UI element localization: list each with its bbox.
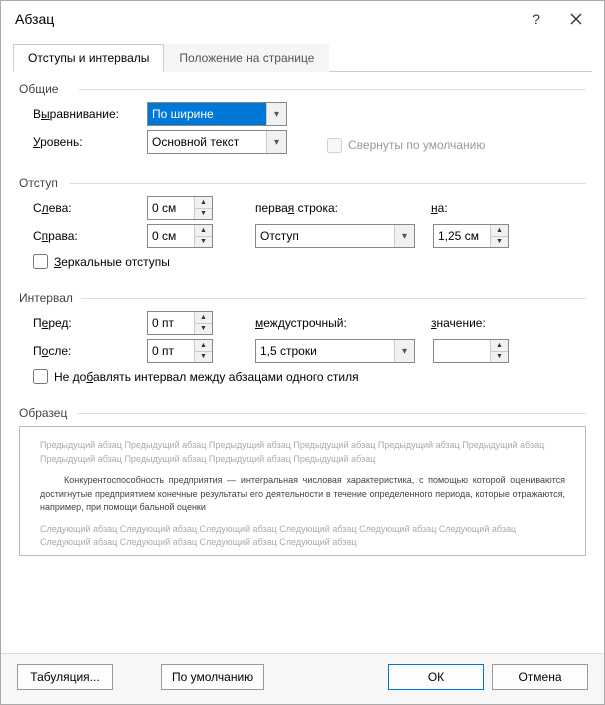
- spinner-updown[interactable]: ▲▼: [194, 197, 212, 219]
- alignment-combo[interactable]: По ширине ▾: [147, 102, 287, 126]
- group-sample: Образец Предыдущий абзац Предыдущий абза…: [19, 406, 586, 556]
- linespacing-value: 1,5 строки: [260, 344, 317, 358]
- paragraph-dialog: Абзац ? Отступы и интервалы Положение на…: [0, 0, 605, 705]
- content-area: Общие Выравнивание: По ширине ▾ Уровень:…: [1, 72, 604, 653]
- indent-right-spinner[interactable]: ▲▼: [147, 224, 213, 248]
- mirror-label: Зеркальные отступы: [54, 255, 170, 269]
- group-indent: Отступ Слева: ▲▼ первая строка: на: Спра…: [19, 176, 586, 269]
- firstline-combo[interactable]: Отступ ▾: [255, 224, 415, 248]
- preview-prev: Предыдущий абзац Предыдущий абзац Предыд…: [40, 439, 565, 466]
- spacing-before-input[interactable]: [148, 312, 194, 334]
- dialog-title: Абзац: [15, 11, 516, 27]
- collapsed-checkbox: Свернуты по умолчанию: [327, 138, 485, 153]
- chevron-down-icon: ▾: [266, 131, 286, 153]
- spinner-updown[interactable]: ▲▼: [490, 340, 508, 362]
- linespacing-label: междустрочный:: [255, 316, 405, 330]
- tabs-button-label: Табуляция...: [30, 670, 99, 684]
- tab-indents-spacing[interactable]: Отступы и интервалы: [13, 44, 164, 72]
- indent-left-label: Слева:: [33, 201, 141, 215]
- group-sample-label: Образец: [19, 406, 586, 420]
- group-spacing: Интервал Перед: ▲▼ междустрочный: значен…: [19, 291, 586, 384]
- firstline-val-input[interactable]: [434, 225, 490, 247]
- firstline-on-label: на:: [431, 201, 501, 215]
- spacing-after-input[interactable]: [148, 340, 194, 362]
- chevron-down-icon: ▾: [394, 225, 414, 247]
- preview-next: Следующий абзац Следующий абзац Следующи…: [40, 523, 565, 550]
- spinner-updown[interactable]: ▲▼: [194, 312, 212, 334]
- group-general: Общие Выравнивание: По ширине ▾ Уровень:…: [19, 82, 586, 154]
- nospace-check-input[interactable]: [33, 369, 48, 384]
- chevron-down-icon: ▾: [266, 103, 286, 125]
- close-button[interactable]: [556, 4, 596, 34]
- button-bar: Табуляция... По умолчанию ОК Отмена: [1, 653, 604, 704]
- spacing-before-spinner[interactable]: ▲▼: [147, 311, 213, 335]
- group-general-label: Общие: [19, 82, 586, 96]
- spacing-before-label: Перед:: [33, 316, 141, 330]
- lineval-label: значение:: [431, 316, 501, 330]
- indent-right-label: Справа:: [33, 229, 141, 243]
- spacing-after-spinner[interactable]: ▲▼: [147, 339, 213, 363]
- alignment-label: Выравнивание:: [33, 107, 141, 121]
- firstline-val-spinner[interactable]: ▲▼: [433, 224, 509, 248]
- lineval-input[interactable]: [434, 340, 490, 362]
- preview-body: Конкурентоспособность предприятия — инте…: [40, 474, 565, 515]
- firstline-value: Отступ: [260, 229, 299, 243]
- spinner-updown[interactable]: ▲▼: [194, 225, 212, 247]
- chevron-down-icon: ▾: [394, 340, 414, 362]
- level-label: Уровень:: [33, 135, 141, 149]
- titlebar: Абзац ?: [1, 1, 604, 37]
- linespacing-combo[interactable]: 1,5 строки ▾: [255, 339, 415, 363]
- tabs-button[interactable]: Табуляция...: [17, 664, 113, 690]
- preview-box: Предыдущий абзац Предыдущий абзац Предыд…: [19, 426, 586, 556]
- lineval-spinner[interactable]: ▲▼: [433, 339, 509, 363]
- mirror-checkbox[interactable]: Зеркальные отступы: [33, 254, 586, 269]
- cancel-button-label: Отмена: [518, 670, 561, 684]
- nospace-label: Не добавлять интервал между абзацами одн…: [54, 370, 359, 384]
- spacing-after-label: После:: [33, 344, 141, 358]
- cancel-button[interactable]: Отмена: [492, 664, 588, 690]
- indent-left-spinner[interactable]: ▲▼: [147, 196, 213, 220]
- indent-left-input[interactable]: [148, 197, 194, 219]
- tab-bar: Отступы и интервалы Положение на страниц…: [13, 43, 592, 72]
- spinner-updown[interactable]: ▲▼: [194, 340, 212, 362]
- default-button-label: По умолчанию: [172, 670, 253, 684]
- group-indent-label: Отступ: [19, 176, 586, 190]
- firstline-label: первая строка:: [255, 201, 405, 215]
- collapsed-label: Свернуты по умолчанию: [348, 138, 485, 152]
- mirror-check-input[interactable]: [33, 254, 48, 269]
- indent-right-input[interactable]: [148, 225, 194, 247]
- tab-page-position[interactable]: Положение на странице: [164, 44, 329, 72]
- ok-button[interactable]: ОК: [388, 664, 484, 690]
- collapsed-check-input: [327, 138, 342, 153]
- group-spacing-label: Интервал: [19, 291, 586, 305]
- spinner-updown[interactable]: ▲▼: [490, 225, 508, 247]
- level-combo[interactable]: Основной текст ▾: [147, 130, 287, 154]
- help-button[interactable]: ?: [516, 4, 556, 34]
- close-icon: [570, 13, 582, 25]
- ok-button-label: ОК: [428, 670, 444, 684]
- default-button[interactable]: По умолчанию: [161, 664, 264, 690]
- level-value: Основной текст: [152, 135, 239, 149]
- nospace-checkbox[interactable]: Не добавлять интервал между абзацами одн…: [33, 369, 586, 384]
- alignment-value: По ширине: [152, 107, 214, 121]
